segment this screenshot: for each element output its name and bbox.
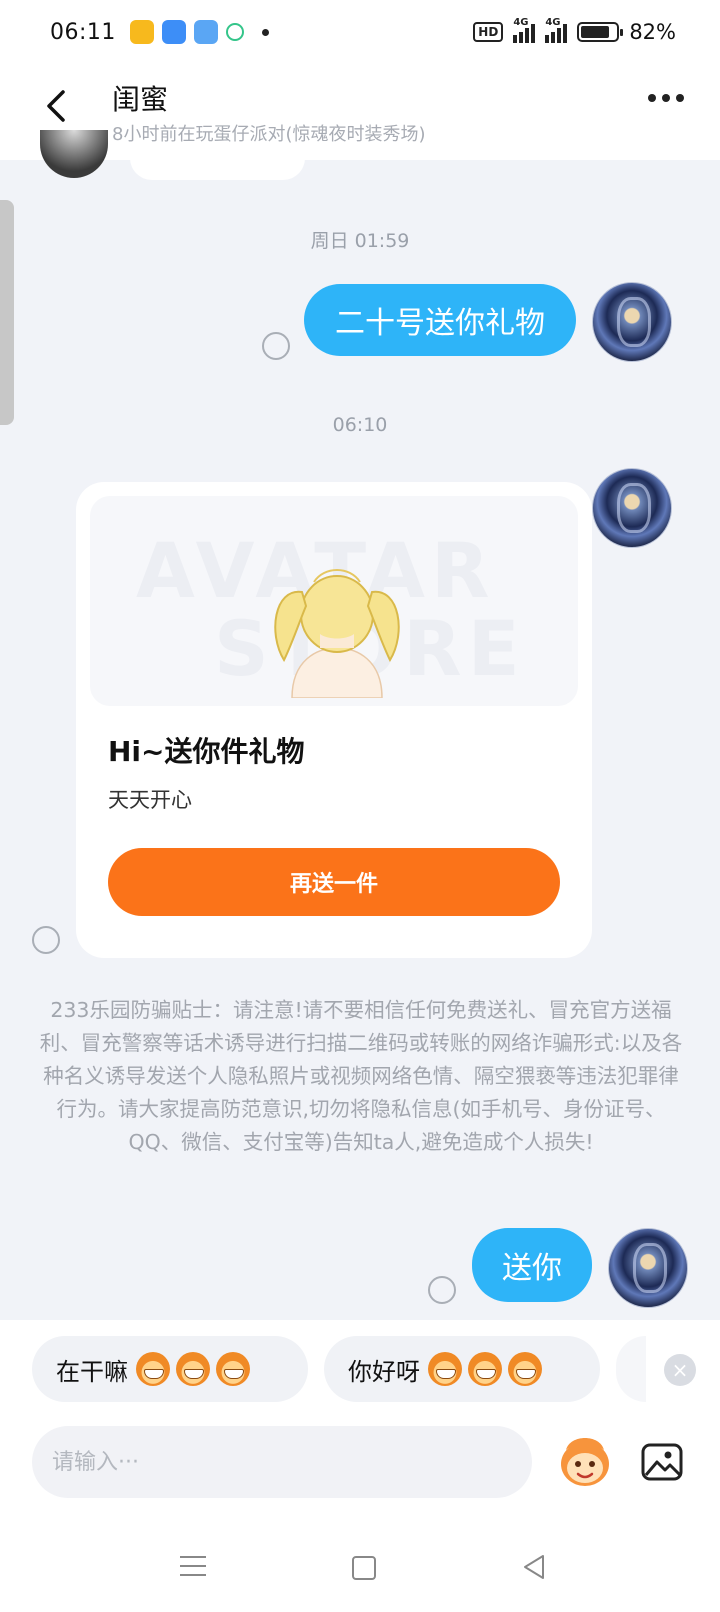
unread-status-icon bbox=[262, 332, 290, 360]
my-avatar[interactable] bbox=[592, 468, 672, 548]
status-bar: 06:11 HD 4G 4G 82% bbox=[0, 0, 720, 64]
chat-header: 闺蜜 8小时前在玩蛋仔派对(惊魂夜时装秀场) bbox=[0, 64, 720, 160]
chat-status: 8小时前在玩蛋仔派对(惊魂夜时装秀场) bbox=[112, 124, 426, 145]
send-another-gift-button[interactable]: 再送一件 bbox=[108, 848, 560, 916]
chevron-left-icon bbox=[47, 90, 65, 122]
grin-emoji-icon bbox=[176, 1352, 210, 1386]
quick-reply-chip-partial[interactable] bbox=[616, 1336, 646, 1402]
system-nav-bar bbox=[0, 1520, 720, 1612]
more-notifications-dot bbox=[261, 28, 269, 36]
message-text: 二十号送你礼物 bbox=[335, 306, 545, 341]
hd-voice-icon: HD bbox=[473, 22, 504, 42]
avatar-outfit-image bbox=[274, 569, 400, 698]
time-divider: 06:10 bbox=[332, 414, 388, 436]
smile-emoji-icon bbox=[468, 1352, 502, 1386]
gift-image: AVATAR STORE bbox=[90, 496, 578, 706]
network-type-label-2: 4G bbox=[545, 17, 561, 28]
smile-emoji-icon bbox=[428, 1352, 462, 1386]
time-divider: 周日 01:59 bbox=[310, 230, 410, 252]
more-dots-icon bbox=[648, 94, 656, 102]
image-picker-icon[interactable] bbox=[640, 1442, 684, 1482]
grin-emoji-icon bbox=[136, 1352, 170, 1386]
message-text: 送你 bbox=[502, 1251, 562, 1286]
my-avatar[interactable] bbox=[592, 282, 672, 362]
chat-title: 闺蜜 bbox=[112, 83, 169, 116]
gift-card[interactable]: AVATAR STORE Hi~送你件礼物 天天开心 再送一件 bbox=[76, 482, 592, 958]
battery-percent: 82% bbox=[629, 20, 676, 44]
home-button[interactable] bbox=[352, 1556, 376, 1580]
grin-emoji-icon bbox=[216, 1352, 250, 1386]
quick-reply-label: 在干嘛 bbox=[56, 1357, 128, 1386]
unread-status-icon bbox=[32, 926, 60, 954]
emoji-mascot-button[interactable] bbox=[556, 1428, 614, 1490]
gift-message: 天天开心 bbox=[108, 788, 192, 812]
status-time: 06:11 bbox=[50, 19, 116, 45]
message-app-icon bbox=[161, 20, 186, 44]
game-app-icon bbox=[225, 23, 244, 41]
smile-emoji-icon bbox=[508, 1352, 542, 1386]
quick-reply-label: 你好呀 bbox=[348, 1357, 420, 1386]
more-button[interactable] bbox=[648, 94, 684, 102]
message-input[interactable] bbox=[32, 1426, 532, 1498]
signal-icon: 4G bbox=[513, 17, 536, 43]
weather-app-icon bbox=[193, 20, 218, 44]
unread-status-icon bbox=[428, 1276, 456, 1304]
anti-fraud-notice: 233乐园防骗贴士：请注意!请不要相信任何免费送礼、冒充官方送福利、冒充警察等话… bbox=[39, 998, 683, 1154]
key-app-icon bbox=[129, 20, 154, 44]
quick-reply-chip[interactable]: 在干嘛 bbox=[32, 1336, 308, 1402]
back-triangle-icon[interactable] bbox=[522, 1554, 546, 1580]
quick-reply-chip[interactable]: 你好呀 bbox=[324, 1336, 600, 1402]
signal-icon-2: 4G bbox=[545, 17, 568, 43]
friend-avatar[interactable] bbox=[40, 130, 108, 178]
network-type-label: 4G bbox=[513, 17, 529, 28]
previous-message-bubble bbox=[130, 150, 305, 180]
notification-icons bbox=[129, 20, 269, 44]
gift-title: Hi~送你件礼物 bbox=[108, 735, 305, 768]
message-bubble[interactable]: 送你 bbox=[472, 1228, 592, 1302]
message-bubble[interactable]: 二十号送你礼物 bbox=[304, 284, 576, 356]
battery-level bbox=[581, 26, 610, 38]
back-button[interactable] bbox=[36, 86, 76, 126]
recent-apps-button[interactable] bbox=[180, 1556, 206, 1583]
my-avatar[interactable] bbox=[608, 1228, 688, 1308]
close-quick-replies-button[interactable]: × bbox=[664, 1354, 696, 1386]
close-icon: × bbox=[671, 1358, 689, 1382]
battery-icon bbox=[577, 22, 624, 42]
